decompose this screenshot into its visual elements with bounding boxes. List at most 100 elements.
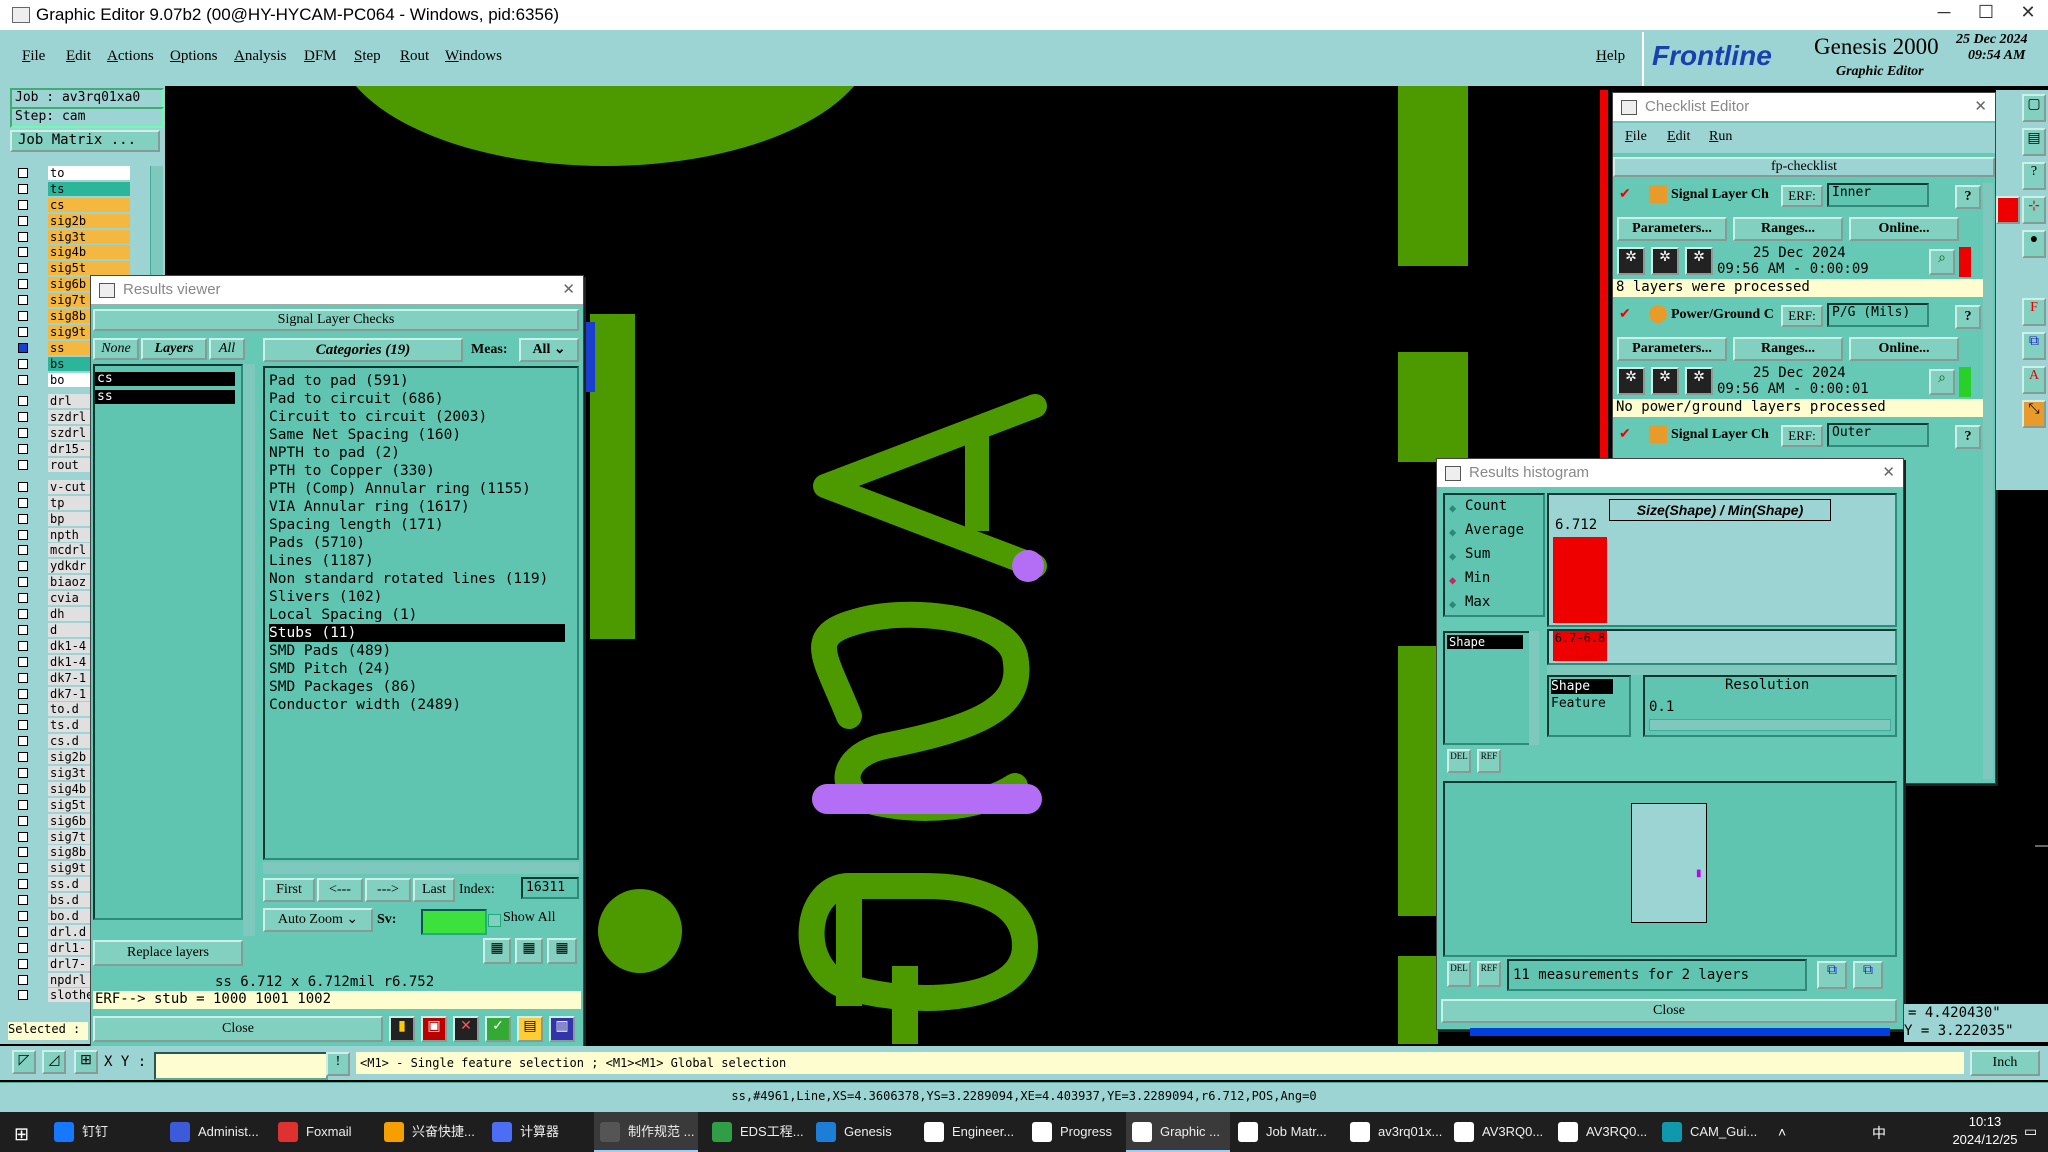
result-layer-ss[interactable]: ss (95, 390, 235, 404)
deselect-icon[interactable]: DEL (1447, 961, 1471, 987)
layer-name[interactable]: ts (48, 181, 130, 196)
menu-edit[interactable]: Edit (66, 48, 91, 65)
layer-checkbox[interactable] (18, 247, 28, 258)
close-icon[interactable]: ✕ (1882, 459, 1895, 487)
taskbar-app[interactable]: AV3RQ0... (1552, 1112, 1647, 1152)
layers-button[interactable]: Layers (141, 338, 207, 360)
taskbar-app[interactable]: Genesis (810, 1112, 892, 1152)
category-item[interactable]: Conductor width (2489) (269, 696, 577, 714)
layer-checkbox[interactable] (18, 396, 28, 407)
layer-checkbox[interactable] (18, 910, 28, 921)
layer-row[interactable]: cs (0, 197, 160, 214)
tool-icon[interactable]: ⧉ (2022, 332, 2046, 360)
layer-checkbox[interactable] (18, 444, 28, 455)
category-item[interactable]: Non standard rotated lines (119) (269, 570, 577, 588)
taskbar-app[interactable]: Foxmail (272, 1112, 352, 1152)
layer-checkbox[interactable] (18, 561, 28, 572)
layer-checkbox[interactable] (18, 879, 28, 890)
layer-checkbox[interactable] (18, 990, 28, 1001)
layer-checkbox[interactable] (18, 624, 28, 635)
refresh-icon[interactable]: REF (1477, 749, 1501, 773)
category-item[interactable]: Pad to pad (591) (269, 372, 577, 390)
taskbar-app[interactable]: 制作规范 ... (594, 1112, 698, 1152)
category-item[interactable]: Stubs (11) (269, 624, 565, 642)
job-matrix-button[interactable]: Job Matrix ... (10, 130, 160, 152)
layer-name[interactable]: sig2b (48, 213, 130, 228)
run-icon[interactable]: ✲ (1685, 247, 1713, 275)
help-icon[interactable]: ? (1955, 185, 1981, 209)
minimize-button[interactable]: ─ (1924, 2, 1964, 23)
online-button[interactable]: Online... (1849, 217, 1959, 241)
layer-checkbox[interactable] (18, 895, 28, 906)
shape-option[interactable]: Shape (1551, 679, 1613, 694)
layer-checkbox[interactable] (18, 374, 28, 385)
layer-checkbox[interactable] (18, 326, 28, 337)
menu-rout[interactable]: Rout (400, 48, 429, 65)
ime-indicator[interactable]: 中 (1872, 1123, 1886, 1143)
layer-checkbox[interactable] (18, 688, 28, 699)
category-item[interactable]: Spacing length (171) (269, 516, 577, 534)
check-mark-icon[interactable]: ✔ (1619, 185, 1631, 202)
run-icon[interactable]: ✲ (1651, 247, 1679, 275)
layer-checkbox[interactable] (18, 720, 28, 731)
layer-checkbox[interactable] (18, 847, 28, 858)
layer-checkbox[interactable] (18, 183, 28, 194)
layer-checkbox[interactable] (18, 215, 28, 226)
none-button[interactable]: None (93, 338, 139, 360)
sv-color-select[interactable] (421, 909, 487, 935)
layer-checkbox[interactable] (18, 311, 28, 322)
category-item[interactable]: Pad to circuit (686) (269, 390, 577, 408)
layer-row[interactable]: sig2b (0, 213, 160, 230)
export-icon[interactable]: ⧉ (1853, 961, 1883, 989)
layer-checkbox[interactable] (18, 481, 28, 492)
highlight-icon[interactable]: ▮ (389, 1016, 415, 1042)
tool-icon[interactable]: ▤ (2022, 128, 2046, 156)
delete-icon[interactable]: ▣ (421, 1016, 447, 1042)
histogram-bar[interactable] (1553, 537, 1607, 623)
histogram-list-scroll[interactable] (1529, 631, 1539, 745)
layer-checkbox[interactable] (18, 736, 28, 747)
layer-name[interactable]: to (48, 166, 130, 180)
layer-name[interactable]: cs (48, 197, 130, 212)
tray-arrow-icon[interactable]: ˄ (1778, 1124, 1786, 1140)
grid-tool-icon[interactable]: ⊞ (74, 1050, 98, 1074)
undo-icon[interactable]: ▦ (547, 938, 577, 964)
erf-field[interactable]: P/G (Mils) (1827, 303, 1929, 327)
category-item[interactable]: PTH (Comp) Annular ring (1155) (269, 480, 577, 498)
close-window-button[interactable]: ✕ (2008, 2, 2048, 23)
layer-checkbox[interactable] (18, 640, 28, 651)
layer-checkbox[interactable] (18, 529, 28, 540)
category-item[interactable]: NPTH to pad (2) (269, 444, 577, 462)
cross-icon[interactable]: ✕ (453, 1016, 479, 1042)
checklist-menu-edit[interactable]: Edit (1667, 129, 1690, 145)
category-item[interactable]: SMD Pitch (24) (269, 660, 577, 678)
refresh-icon[interactable]: ▦ (515, 938, 543, 964)
layer-checkbox[interactable] (18, 799, 28, 810)
taskbar-app[interactable]: 计算器 (486, 1112, 559, 1152)
taskbar-app[interactable]: 兴奋快捷... (378, 1112, 475, 1152)
meas-select[interactable]: All ⌄ (519, 338, 579, 362)
histogram-list-item[interactable]: Shape (1447, 635, 1523, 649)
help-icon[interactable]: ? (1955, 425, 1981, 449)
layer-checkbox[interactable] (18, 545, 28, 556)
menu-windows[interactable]: Windows (445, 48, 502, 65)
first-button[interactable]: First (263, 878, 315, 902)
run-icon[interactable]: ✲ (1617, 367, 1645, 395)
notification-icon[interactable]: ▭ (2024, 1123, 2037, 1140)
resolution-slider[interactable] (1649, 719, 1891, 731)
refresh-icon[interactable]: REF (1477, 961, 1501, 987)
layer-checkbox[interactable] (18, 593, 28, 604)
histogram-hscroll[interactable] (1547, 665, 1897, 675)
menu-dfm[interactable]: DFM (304, 48, 337, 65)
ranges-button[interactable]: Ranges... (1733, 217, 1843, 241)
auto-zoom-select[interactable]: Auto Zoom ⌄ (263, 908, 373, 932)
layer-checkbox[interactable] (18, 342, 28, 353)
layer-checkbox[interactable] (18, 752, 28, 763)
layer-checkbox[interactable] (18, 767, 28, 778)
menu-analysis[interactable]: Analysis (234, 48, 287, 65)
tool-icon[interactable]: ? (2022, 162, 2046, 190)
layer-name[interactable]: sig5t (48, 261, 130, 276)
layer-list-scrollbar[interactable] (243, 364, 255, 936)
layer-row[interactable]: to (0, 166, 160, 182)
report-icon[interactable]: ▤ (517, 1016, 543, 1042)
